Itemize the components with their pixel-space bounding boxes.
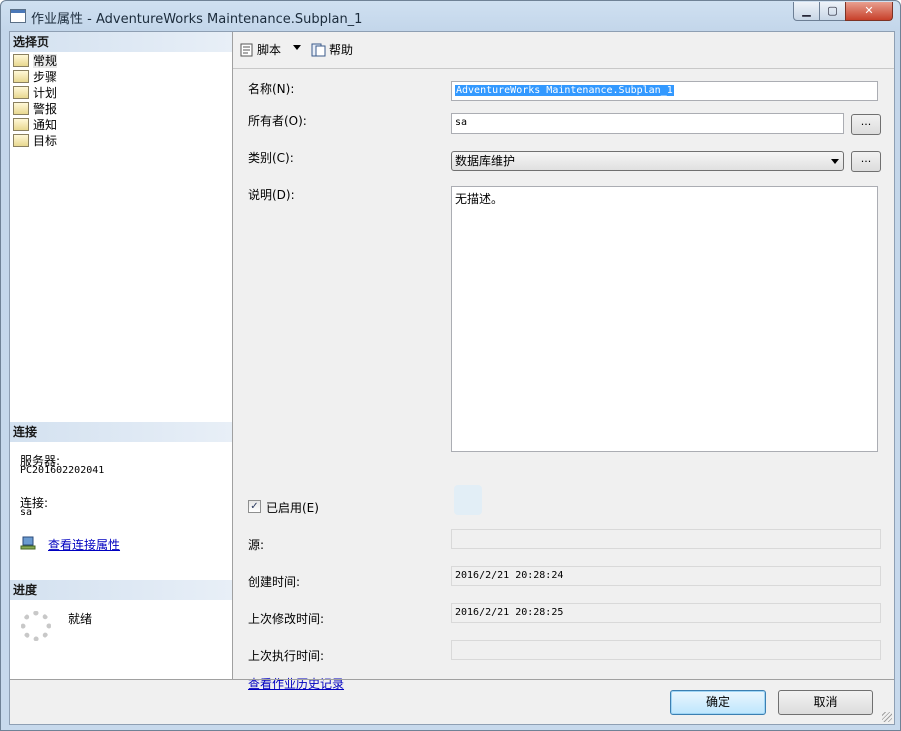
cancel-button[interactable]: 取消	[778, 690, 873, 715]
page-item-label: 常规	[33, 54, 58, 68]
category-browse-button[interactable]: ...	[851, 151, 881, 172]
script-button[interactable]: 脚本	[239, 41, 281, 58]
connection-header: 连接	[10, 422, 232, 442]
page-item-targets[interactable]: 目标	[13, 133, 57, 149]
progress-status: 就绪	[68, 612, 93, 626]
progress-header: 进度	[10, 580, 232, 600]
last-executed-label: 上次执行时间:	[248, 649, 325, 663]
window-title: 作业属性 - AdventureWorks Maintenance.Subpla…	[31, 12, 363, 27]
page-item-label: 通知	[33, 118, 58, 132]
page-item-general[interactable]: 常规	[13, 53, 58, 69]
left-pane: 选择页 常规 步骤 计划 警报 通知 目标 连接 服务器: PC20160220…	[10, 32, 233, 679]
name-label: 名称(N):	[248, 82, 295, 96]
help-label: 帮助	[329, 43, 354, 57]
window-icon	[10, 9, 26, 23]
page-item-schedules[interactable]: 计划	[13, 85, 57, 101]
help-icon	[311, 43, 326, 56]
name-field-value: AdventureWorks Maintenance.Subplan_1	[455, 85, 674, 96]
description-textarea[interactable]: 无描述。	[451, 186, 878, 452]
footer-divider	[10, 679, 894, 680]
page-item-alerts[interactable]: 警报	[13, 101, 57, 117]
category-selected-value: 数据库维护	[455, 154, 516, 168]
page-item-notifications[interactable]: 通知	[13, 117, 57, 133]
created-label: 创建时间:	[248, 575, 301, 589]
owner-browse-button[interactable]: ...	[851, 114, 881, 135]
enabled-checkbox[interactable]: ✓	[248, 500, 261, 513]
created-field: 2016/2/21 20:28:24	[451, 566, 881, 586]
faint-overlay-icon	[454, 485, 482, 515]
source-label: 源:	[248, 538, 265, 552]
view-job-history-link[interactable]: 查看作业历史记录	[248, 675, 344, 692]
enabled-label: 已启用(E)	[266, 501, 319, 515]
page-properties-icon	[13, 70, 29, 83]
minimize-button[interactable]: ▁	[793, 2, 820, 21]
last-executed-field	[451, 640, 881, 660]
script-dropdown-arrow-icon[interactable]	[293, 45, 301, 50]
general-page-form: 名称(N): AdventureWorks Maintenance.Subpla…	[233, 69, 894, 691]
page-item-label: 步骤	[33, 70, 58, 84]
title-bar[interactable]: 作业属性 - AdventureWorks Maintenance.Subpla…	[1, 1, 900, 31]
last-modified-field: 2016/2/21 20:28:25	[451, 603, 881, 623]
job-properties-window: 作业属性 - AdventureWorks Maintenance.Subpla…	[0, 0, 901, 731]
page-properties-icon	[13, 54, 29, 67]
help-button[interactable]: 帮助	[311, 41, 353, 58]
ok-button[interactable]: 确定	[670, 690, 766, 715]
source-field	[451, 529, 881, 549]
select-page-header: 选择页	[10, 32, 232, 52]
name-field[interactable]: AdventureWorks Maintenance.Subplan_1	[451, 81, 878, 101]
last-modified-label: 上次修改时间:	[248, 612, 325, 626]
chevron-down-icon	[831, 159, 839, 164]
dialog-client-area: 选择页 常规 步骤 计划 警报 通知 目标 连接 服务器: PC20160220…	[9, 31, 895, 725]
view-connection-properties-link[interactable]: 查看连接属性	[48, 536, 120, 553]
category-label: 类别(C):	[248, 151, 294, 165]
server-value: PC201602202041	[20, 465, 105, 476]
page-item-label: 目标	[33, 134, 58, 148]
page-properties-icon	[13, 134, 29, 147]
owner-label: 所有者(O):	[248, 114, 307, 128]
category-select[interactable]: 数据库维护	[451, 151, 844, 171]
connection-value: sa	[20, 507, 33, 518]
page-properties-icon	[13, 86, 29, 99]
page-item-label: 警报	[33, 102, 58, 116]
page-properties-icon	[13, 118, 29, 131]
toolbar: 脚本 帮助	[233, 32, 894, 69]
owner-field[interactable]: sa	[451, 113, 844, 134]
page-item-label: 计划	[33, 86, 58, 100]
description-label: 说明(D):	[248, 188, 295, 202]
page-item-steps[interactable]: 步骤	[13, 69, 57, 85]
script-icon	[240, 43, 253, 56]
progress-spinner-icon	[21, 611, 51, 641]
script-label: 脚本	[257, 43, 282, 57]
close-button[interactable]: ✕	[845, 2, 893, 21]
maximize-button[interactable]: ▢	[819, 2, 846, 21]
connection-properties-icon	[20, 536, 36, 550]
resize-grip-icon[interactable]	[882, 712, 892, 722]
page-properties-icon	[13, 102, 29, 115]
